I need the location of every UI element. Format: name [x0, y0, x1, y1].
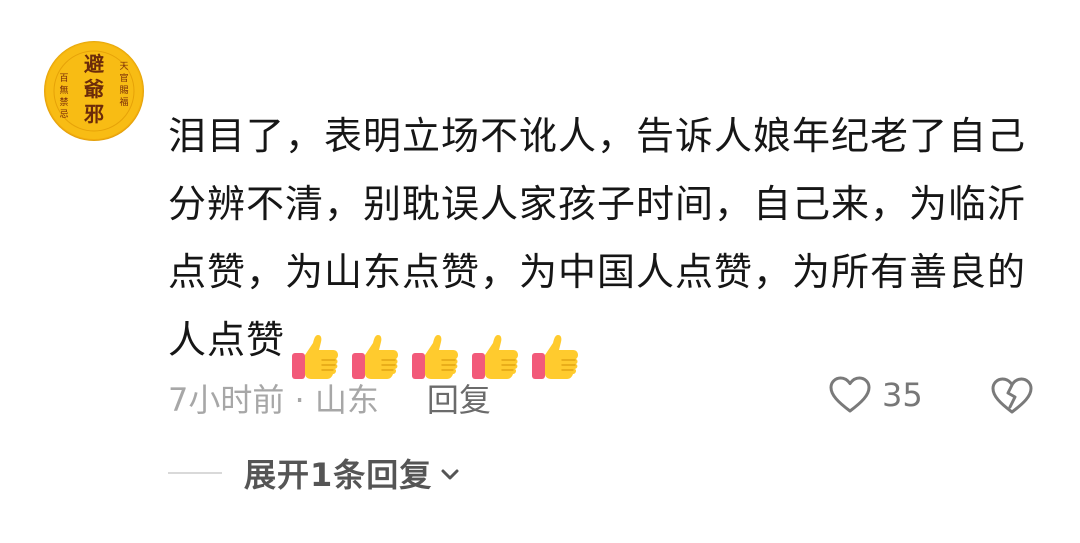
svg-text:福: 福 [119, 96, 128, 108]
heart-icon [829, 376, 871, 413]
expand-replies-label: 展开1条回复 [244, 456, 433, 494]
avatar-image: 避 爺 邪 天 官 賜 福 百 無 禁 忌 [46, 43, 142, 139]
chevron-down-icon [441, 469, 459, 480]
time-location: 7小时前 · 山东 [168, 381, 379, 419]
dislike-button[interactable] [990, 376, 1034, 420]
like-button[interactable]: 35 [828, 375, 923, 415]
svg-text:忌: 忌 [59, 109, 68, 120]
reply-button[interactable]: 回复 [427, 375, 491, 421]
comment-text: 泪目了，表明立场不讹人，告诉人娘年纪老了自己分辨不清，别耽误人家孩子时间，自己来… [168, 114, 1027, 362]
comment-item: 避 爺 邪 天 官 賜 福 百 無 禁 忌 泪目了，表明立场不讹人，告诉人娘年纪… [0, 0, 1080, 543]
avatar[interactable]: 避 爺 邪 天 官 賜 福 百 無 禁 忌 [44, 41, 144, 141]
like-count: 35 [882, 376, 923, 414]
svg-text:賜: 賜 [119, 85, 128, 96]
svg-text:爺: 爺 [83, 77, 105, 101]
expand-replies[interactable]: 展开1条回复 [168, 450, 462, 496]
thumbs-up-icon [532, 334, 579, 379]
svg-text:無: 無 [59, 84, 68, 96]
svg-text:避: 避 [84, 52, 104, 76]
comment-body: 泪目了，表明立场不讹人，告诉人娘年纪老了自己分辨不清，别耽误人家孩子时间，自己来… [168, 102, 1038, 383]
svg-text:禁: 禁 [59, 97, 68, 108]
svg-text:邪: 邪 [83, 102, 104, 126]
divider-line [168, 472, 222, 474]
broken-heart-icon [991, 377, 1033, 414]
svg-text:百: 百 [59, 73, 68, 84]
svg-text:天: 天 [119, 62, 128, 72]
svg-text:官: 官 [119, 72, 128, 84]
